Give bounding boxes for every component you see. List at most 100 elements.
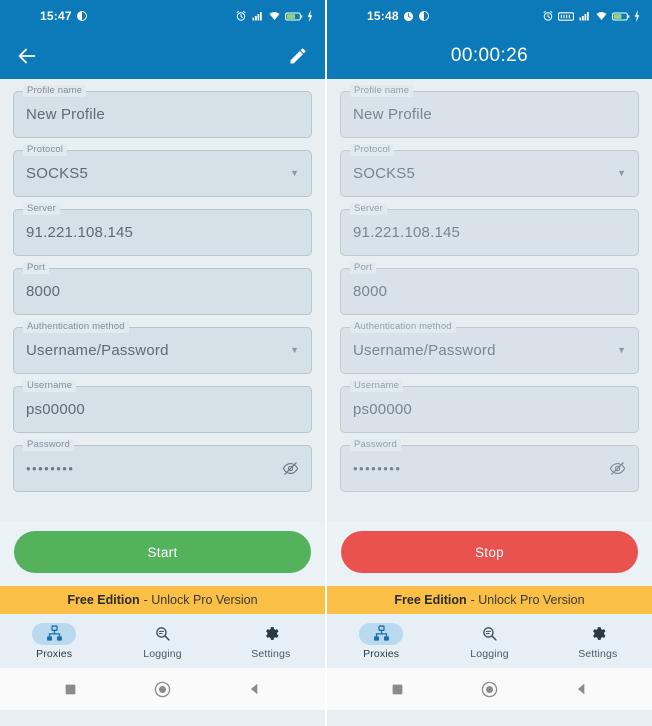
status-bar-left: 15:47 xyxy=(40,9,88,23)
system-navigation-bar xyxy=(0,668,325,710)
server-value: 91.221.108.145 xyxy=(26,224,134,241)
alarm-icon xyxy=(542,10,554,22)
username-value: ps00000 xyxy=(26,401,85,418)
banner-rest-text: - Unlock Pro Version xyxy=(143,593,258,607)
port-field: Port 8000 xyxy=(340,262,639,315)
battery-icon xyxy=(612,11,630,22)
banner-rest-text: - Unlock Pro Version xyxy=(470,593,585,607)
search-log-icon xyxy=(467,623,511,645)
charging-icon xyxy=(307,10,313,22)
chevron-down-icon: ▼ xyxy=(617,168,626,178)
nav-label-proxies: Proxies xyxy=(363,647,400,660)
eye-off-icon[interactable] xyxy=(282,460,299,477)
protocol-value: SOCKS5 xyxy=(26,165,89,182)
status-clock: 15:47 xyxy=(40,9,72,23)
gear-icon xyxy=(249,623,293,645)
username-value: ps00000 xyxy=(353,401,412,418)
password-label: Password xyxy=(23,439,74,451)
nav-item-settings[interactable]: Settings xyxy=(544,623,652,660)
chevron-down-icon[interactable]: ▼ xyxy=(290,346,299,355)
nav-label-logging: Logging xyxy=(143,647,182,660)
username-field: Username ps00000 xyxy=(340,380,639,433)
lan-network-icon xyxy=(359,622,404,645)
battery-icon xyxy=(285,11,303,22)
session-timer: 00:00:26 xyxy=(450,44,529,66)
protocol-label: Protocol xyxy=(23,144,68,156)
bottom-navigation: Proxies Logging Settings xyxy=(327,614,652,668)
stop-button[interactable]: Stop xyxy=(341,531,638,573)
status-bar: 15:47 xyxy=(0,0,325,32)
home-button[interactable] xyxy=(477,676,503,702)
server-label: Server xyxy=(23,203,60,215)
status-bar-right xyxy=(542,10,640,22)
app-bar: 00:00:26 xyxy=(327,32,652,79)
profile-name-value: New Profile xyxy=(26,106,105,123)
port-value: 8000 xyxy=(26,283,61,300)
free-edition-banner[interactable]: Free Edition - Unlock Pro Version xyxy=(0,586,325,614)
nav-label-logging: Logging xyxy=(470,647,509,660)
phone-screen-idle: 15:47 Profile name New Profile Protocol … xyxy=(0,0,325,726)
status-bar-right xyxy=(235,10,313,22)
server-value: 91.221.108.145 xyxy=(353,224,461,241)
dnd-icon xyxy=(76,10,88,22)
auth-method-value: Username/Password xyxy=(26,342,169,359)
protocol-select[interactable]: Protocol SOCKS5 ▼ xyxy=(13,144,312,197)
username-field[interactable]: Username ps00000 xyxy=(13,380,312,433)
proxy-form: Profile name New Profile Protocol SOCKS5… xyxy=(327,79,652,521)
nav-item-settings[interactable]: Settings xyxy=(217,623,325,660)
profile-name-field: Profile name New Profile xyxy=(340,85,639,138)
search-log-icon xyxy=(140,623,184,645)
chevron-down-icon: ▼ xyxy=(617,345,626,355)
status-bar-left: 15:48 xyxy=(367,9,430,23)
recents-button[interactable] xyxy=(385,676,411,702)
vpn-key-icon xyxy=(558,11,574,22)
nav-item-logging[interactable]: Logging xyxy=(435,623,543,660)
system-navigation-bar xyxy=(327,668,652,710)
dnd-icon xyxy=(418,10,430,22)
phone-screen-running: 15:48 00:00:26 Profile name New Profile … xyxy=(327,0,652,726)
back-button[interactable] xyxy=(242,676,268,702)
home-button[interactable] xyxy=(150,676,176,702)
nav-label-proxies: Proxies xyxy=(36,647,73,660)
gear-icon xyxy=(576,623,620,645)
password-value: •••••••• xyxy=(26,461,75,476)
server-field[interactable]: Server 91.221.108.145 xyxy=(13,203,312,256)
signal-icon xyxy=(251,10,264,22)
back-arrow-icon[interactable] xyxy=(14,43,40,69)
edit-pencil-icon[interactable] xyxy=(285,43,311,69)
dual-screenshot-container: 15:47 Profile name New Profile Protocol … xyxy=(0,0,652,726)
wifi-icon xyxy=(595,10,608,22)
lan-network-icon xyxy=(32,622,77,645)
back-button[interactable] xyxy=(569,676,595,702)
start-button[interactable]: Start xyxy=(14,531,311,573)
nav-item-proxies[interactable]: Proxies xyxy=(327,622,435,660)
free-edition-banner[interactable]: Free Edition - Unlock Pro Version xyxy=(327,586,652,614)
recents-button[interactable] xyxy=(58,676,84,702)
nav-label-settings: Settings xyxy=(578,647,618,660)
username-label: Username xyxy=(350,380,404,392)
bottom-navigation: Proxies Logging Settings xyxy=(0,614,325,668)
port-field[interactable]: Port 8000 xyxy=(13,262,312,315)
auth-method-select: Authentication method Username/Password … xyxy=(340,321,639,374)
nav-label-settings: Settings xyxy=(251,647,291,660)
profile-name-field[interactable]: Profile name New Profile xyxy=(13,85,312,138)
auth-method-select[interactable]: Authentication method Username/Password … xyxy=(13,321,312,374)
auth-method-label: Authentication method xyxy=(350,321,456,333)
banner-bold-text: Free Edition xyxy=(67,593,140,607)
alarm-icon xyxy=(235,10,247,22)
auth-method-value: Username/Password xyxy=(353,342,496,359)
nav-item-proxies[interactable]: Proxies xyxy=(0,622,108,660)
protocol-label: Protocol xyxy=(350,144,395,156)
charging-icon xyxy=(634,10,640,22)
eye-off-icon[interactable] xyxy=(609,460,626,477)
status-clock: 15:48 xyxy=(367,9,399,23)
password-value: •••••••• xyxy=(353,461,402,476)
server-label: Server xyxy=(350,203,387,215)
protocol-select: Protocol SOCKS5 ▼ xyxy=(340,144,639,197)
username-label: Username xyxy=(23,380,77,392)
password-field[interactable]: Password •••••••• xyxy=(13,439,312,492)
proxy-form: Profile name New Profile Protocol SOCKS5… xyxy=(0,79,325,521)
profile-name-label: Profile name xyxy=(23,85,87,97)
chevron-down-icon[interactable]: ▼ xyxy=(290,169,299,178)
nav-item-logging[interactable]: Logging xyxy=(108,623,216,660)
